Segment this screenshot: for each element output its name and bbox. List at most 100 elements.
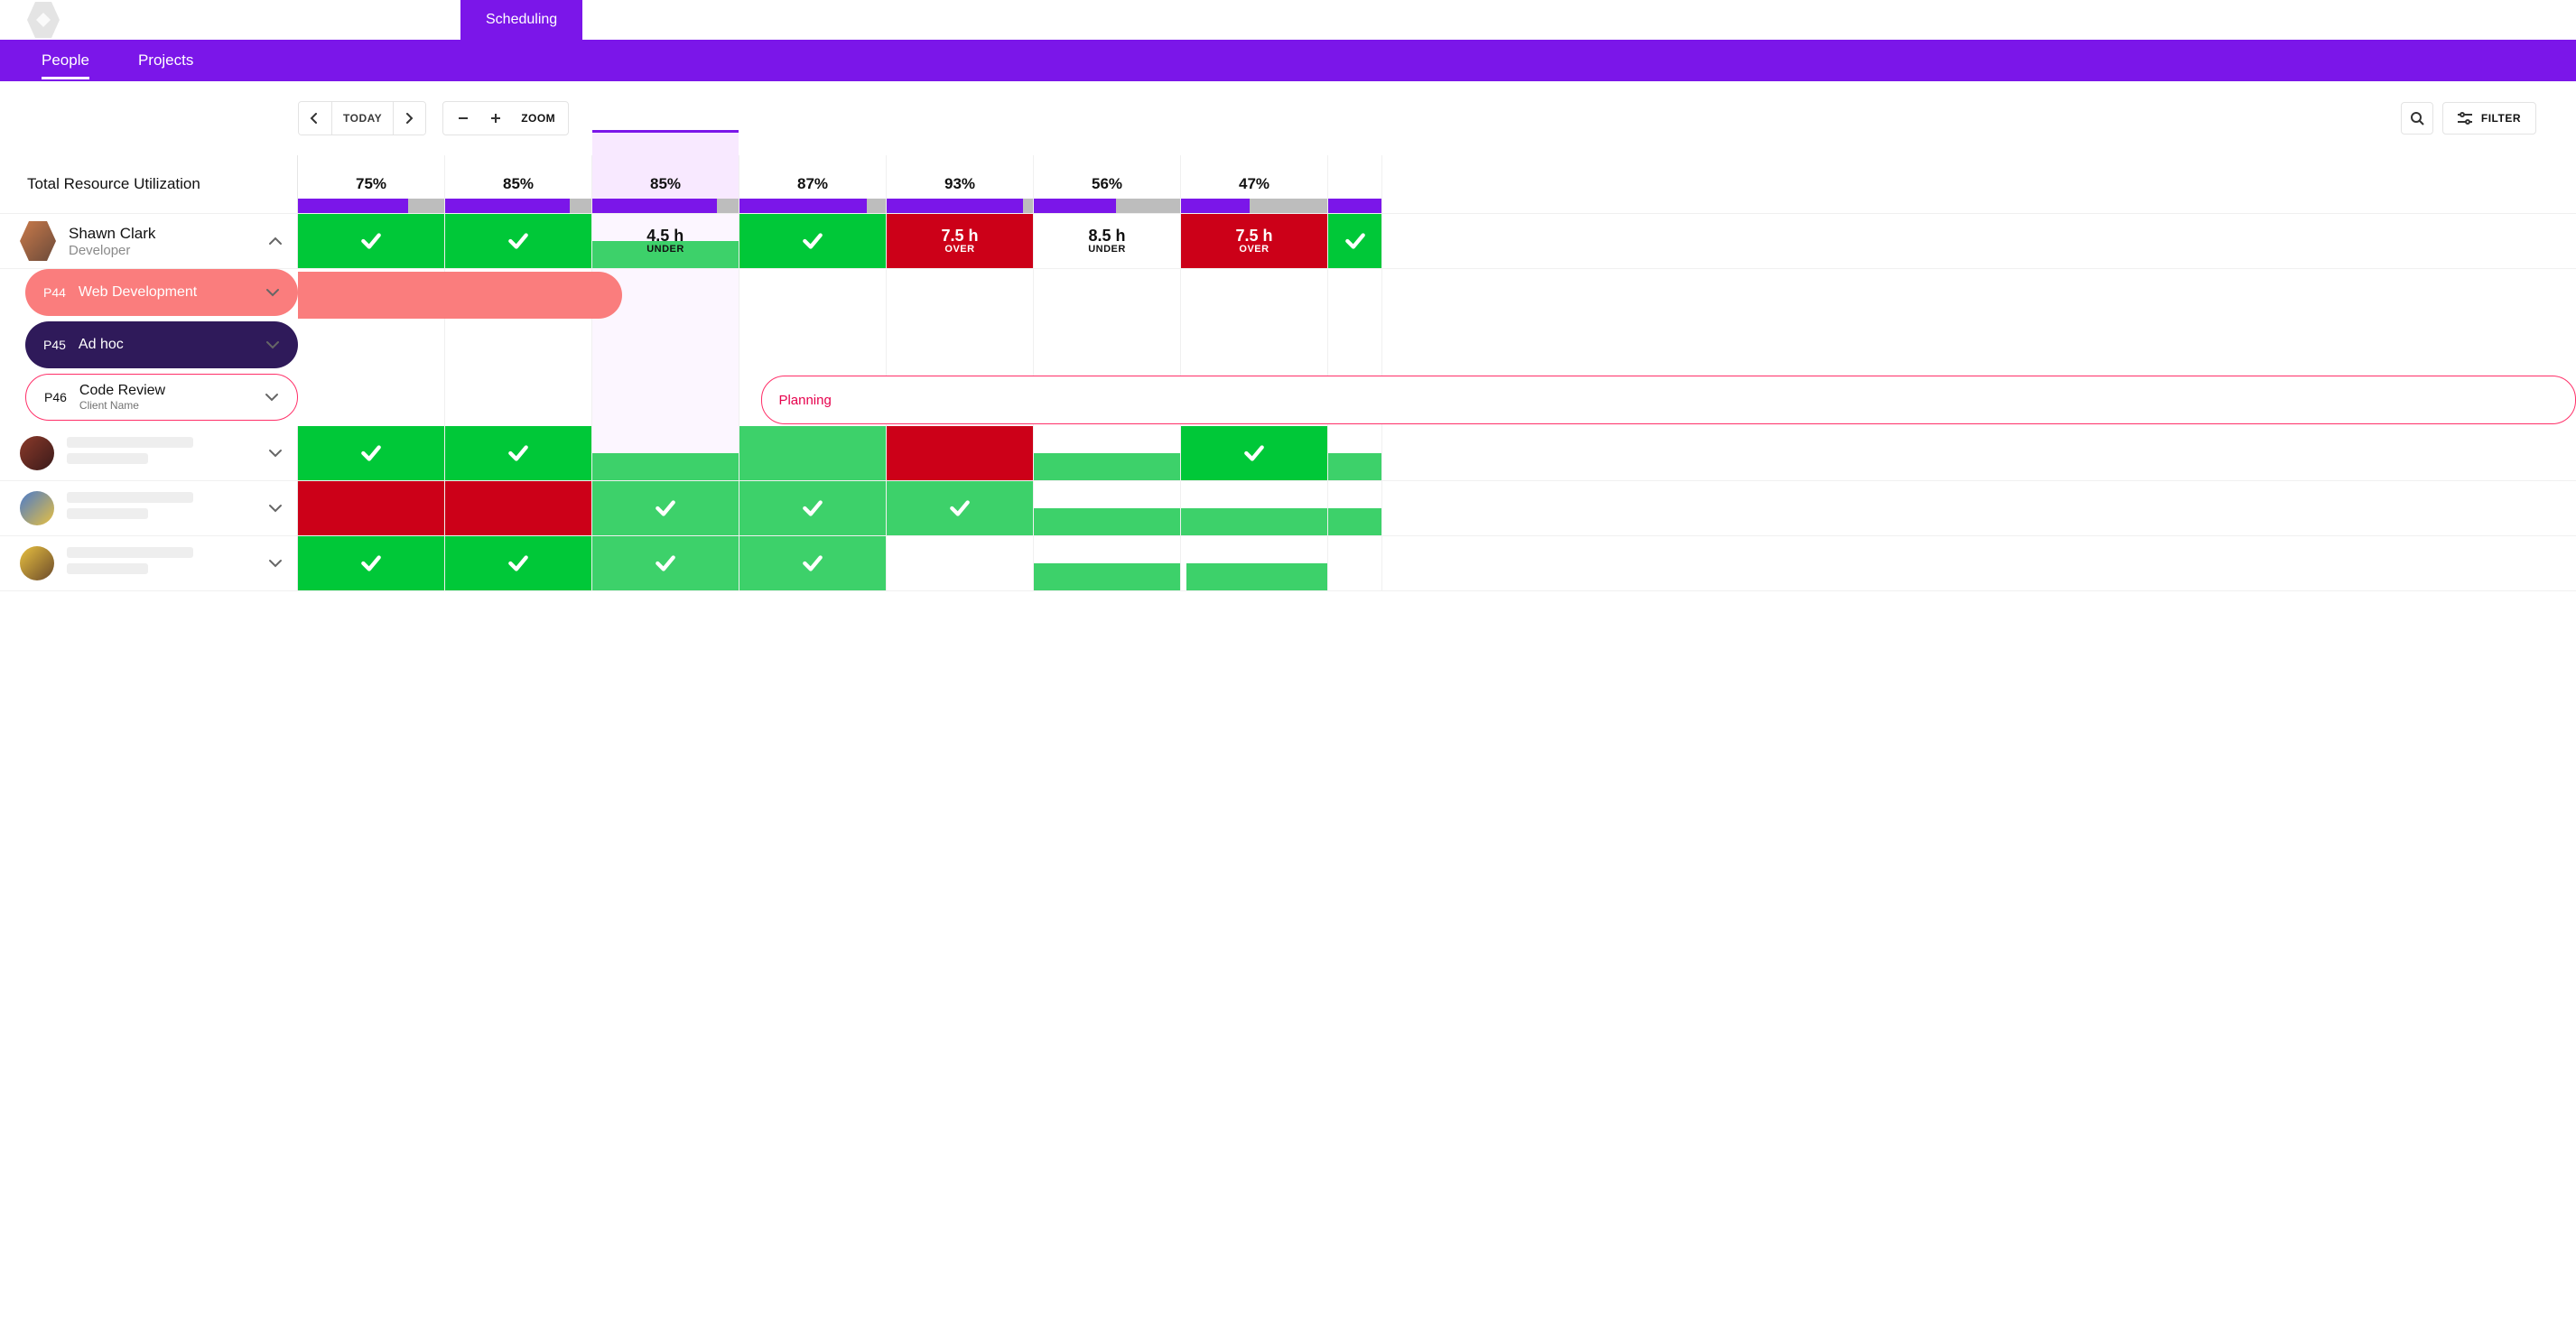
status-cell[interactable] <box>445 536 592 590</box>
person-role: Developer <box>69 243 155 258</box>
zoom-control: ZOOM <box>442 101 569 135</box>
project-cell[interactable] <box>1328 321 1382 374</box>
project-cell[interactable] <box>298 321 445 374</box>
status-cell[interactable] <box>298 536 445 590</box>
prev-button[interactable] <box>299 102 331 135</box>
status-cell[interactable] <box>739 426 887 480</box>
status-cell[interactable]: 7.5 hOVER <box>1181 214 1328 268</box>
status-cell[interactable] <box>887 426 1034 480</box>
planning-bar[interactable]: Planning <box>761 376 2576 424</box>
utilization-percent: 93% <box>944 175 975 193</box>
status-cell[interactable] <box>592 481 739 535</box>
grid-title: Total Resource Utilization <box>0 155 297 213</box>
project-cell[interactable] <box>1034 269 1181 321</box>
placeholder-line <box>67 563 148 574</box>
chevron-down-icon[interactable] <box>268 559 283 568</box>
status-cell[interactable] <box>1328 214 1382 268</box>
project-cell[interactable] <box>739 269 887 321</box>
status-cell[interactable] <box>445 481 592 535</box>
status-cell[interactable] <box>298 481 445 535</box>
chevron-down-icon[interactable] <box>265 393 279 402</box>
project-cell[interactable] <box>592 321 739 374</box>
placeholder-line <box>67 437 193 448</box>
utilization-percent: 85% <box>650 175 681 193</box>
project-cell[interactable] <box>445 321 592 374</box>
toolbar: TODAY ZOOM FILTER <box>0 81 2576 155</box>
chevron-down-icon[interactable] <box>265 340 280 349</box>
zoom-out-button[interactable] <box>447 102 479 135</box>
status-cell[interactable] <box>739 214 887 268</box>
status-cell[interactable] <box>298 426 445 480</box>
status-cell[interactable] <box>739 536 887 590</box>
placeholder-line <box>67 453 148 464</box>
tab-scheduling[interactable]: Scheduling <box>460 0 582 40</box>
project-cell[interactable] <box>1034 321 1181 374</box>
status-cell[interactable] <box>445 214 592 268</box>
project-cell[interactable] <box>298 374 445 426</box>
project-cell[interactable] <box>1181 269 1328 321</box>
project-cell[interactable] <box>887 269 1034 321</box>
project-code: P46 <box>44 390 67 404</box>
status-cell[interactable] <box>1181 481 1328 535</box>
status-cell[interactable] <box>739 481 887 535</box>
project-cell[interactable] <box>1328 269 1382 321</box>
person-row[interactable]: Shawn ClarkDeveloper <box>0 214 297 268</box>
next-button[interactable] <box>393 102 425 135</box>
utilization-bar <box>1034 199 1180 213</box>
status-cell[interactable] <box>1034 481 1181 535</box>
filter-label: FILTER <box>2481 112 2521 125</box>
task-bar[interactable] <box>298 272 622 319</box>
utilization-bar <box>592 199 739 213</box>
status-cell[interactable] <box>1328 426 1382 480</box>
status-cell[interactable] <box>1328 481 1382 535</box>
zoom-in-button[interactable] <box>479 102 512 135</box>
project-client: Client Name <box>79 399 165 412</box>
project-cell[interactable] <box>1181 321 1328 374</box>
status-cell[interactable] <box>1328 536 1382 590</box>
status-cell[interactable] <box>592 536 739 590</box>
project-cell[interactable] <box>592 374 739 426</box>
project-cell[interactable] <box>445 374 592 426</box>
project-pill[interactable]: P45Ad hoc <box>25 321 298 368</box>
avatar <box>20 546 54 580</box>
status-cell[interactable] <box>887 481 1034 535</box>
utilization-percent: 85% <box>503 175 534 193</box>
status-cell[interactable] <box>298 214 445 268</box>
column-header: 56% <box>1034 155 1181 213</box>
person-name: Shawn Clark <box>69 225 155 243</box>
status-cell[interactable] <box>1034 426 1181 480</box>
person-row[interactable] <box>0 481 297 535</box>
project-cell[interactable] <box>739 321 887 374</box>
status-cell[interactable] <box>1181 426 1328 480</box>
search-button[interactable] <box>2401 102 2433 135</box>
chevron-up-icon[interactable] <box>268 237 283 246</box>
placeholder-line <box>67 492 193 503</box>
avatar <box>20 436 54 470</box>
person-row[interactable] <box>0 536 297 590</box>
utilization-percent: 47% <box>1239 175 1269 193</box>
zoom-label: ZOOM <box>512 112 564 125</box>
status-cell[interactable] <box>445 426 592 480</box>
project-pill[interactable]: P44Web Development <box>25 269 298 316</box>
project-cell[interactable] <box>887 321 1034 374</box>
avatar <box>20 221 56 261</box>
status-cell[interactable] <box>1034 536 1181 590</box>
status-cell[interactable]: 8.5 hUNDER <box>1034 214 1181 268</box>
person-row[interactable] <box>0 426 297 480</box>
filter-button[interactable]: FILTER <box>2442 102 2536 135</box>
project-pill[interactable]: P46Code ReviewClient Name <box>25 374 298 421</box>
status-cell[interactable]: 4.5 hUNDER <box>592 214 739 268</box>
today-button[interactable]: TODAY <box>331 102 393 135</box>
status-cell[interactable] <box>1181 536 1328 590</box>
nav-projects[interactable]: Projects <box>138 42 193 79</box>
chevron-down-icon[interactable] <box>265 288 280 297</box>
placeholder-line <box>67 508 148 519</box>
status-cell[interactable] <box>592 426 739 480</box>
chevron-down-icon[interactable] <box>268 449 283 458</box>
chevron-down-icon[interactable] <box>268 504 283 513</box>
utilization-bar <box>445 199 591 213</box>
status-cell[interactable] <box>887 536 1034 590</box>
filter-icon <box>2458 112 2472 125</box>
nav-people[interactable]: People <box>42 42 89 79</box>
status-cell[interactable]: 7.5 hOVER <box>887 214 1034 268</box>
